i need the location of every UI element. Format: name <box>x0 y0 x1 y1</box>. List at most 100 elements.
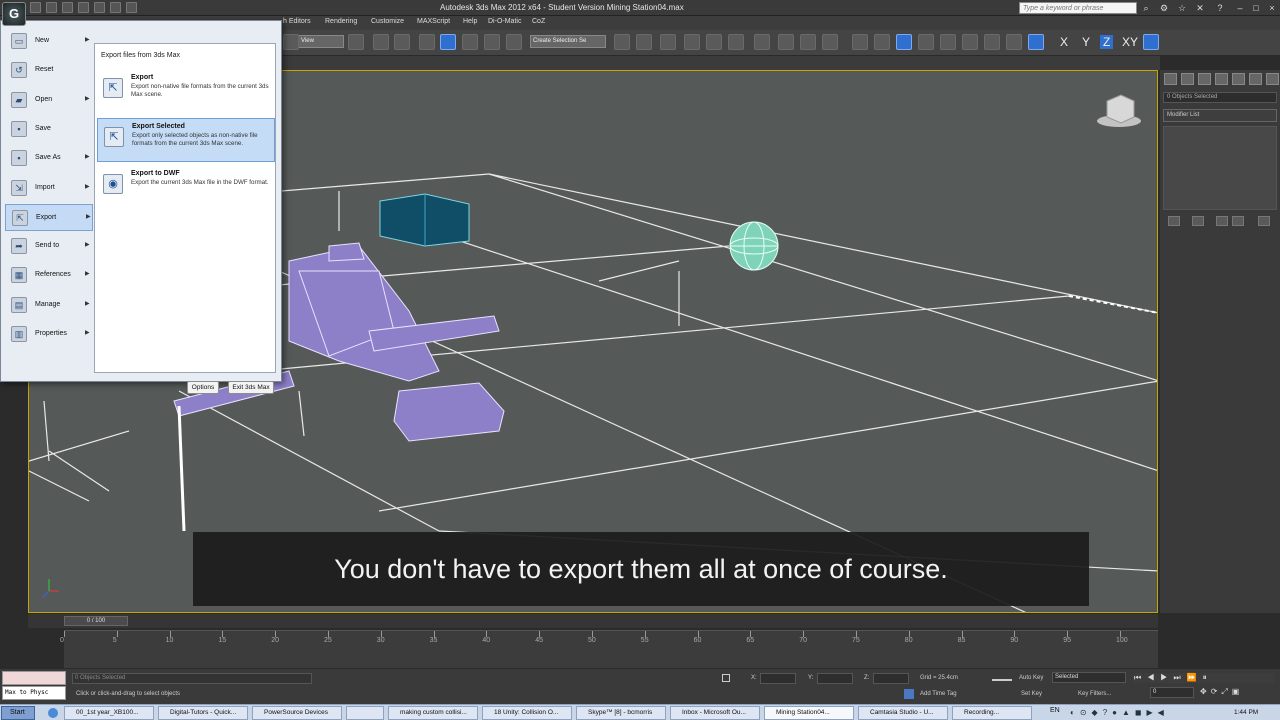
constraint-icon[interactable] <box>852 34 868 50</box>
set-key-button[interactable]: Set Key <box>1021 691 1042 697</box>
minimize-icon[interactable]: – <box>1234 2 1246 14</box>
maxscript-listener-field[interactable] <box>2 671 66 685</box>
start-button[interactable]: Start <box>1 706 35 720</box>
snap-pivot-icon[interactable] <box>1006 34 1022 50</box>
mirror-icon[interactable] <box>614 34 630 50</box>
angle-snap-icon[interactable] <box>440 34 456 50</box>
ie-icon[interactable] <box>48 708 58 718</box>
subscription-icon[interactable]: ⚙ <box>1158 2 1170 14</box>
named-selection-dropdown[interactable]: Create Selection Se <box>530 35 606 48</box>
viewcube-icon[interactable] <box>1097 94 1141 127</box>
display-tab-icon[interactable] <box>1232 73 1245 85</box>
task-item[interactable]: Camtasia Studio - U... <box>858 706 948 720</box>
menu-help[interactable]: Help <box>463 18 477 25</box>
menu-maxscript[interactable]: MAXScript <box>417 18 450 25</box>
qat-dropdown-icon[interactable] <box>126 2 137 13</box>
pin-stack-icon[interactable] <box>1168 216 1180 226</box>
render-frame-icon[interactable] <box>800 34 816 50</box>
snap-midpoint-icon[interactable] <box>940 34 956 50</box>
app-menu-import[interactable]: ⇲ Import ▶ <box>5 175 93 202</box>
playback-controls-icon[interactable]: ⏮◀▶⏭⏩⏸ <box>1134 673 1274 683</box>
app-menu-manage[interactable]: ▤ Manage ▶ <box>5 292 93 319</box>
track-bar[interactable]: 0 5 10 15 20 25 30 35 40 45 50 55 60 65 70 75 80 85 90 95 10… <box>60 630 1158 668</box>
menu-graph-editors[interactable]: h Editors <box>283 18 311 25</box>
schematic-view-icon[interactable] <box>728 34 744 50</box>
search-input[interactable]: Type a keyword or phrase <box>1019 2 1137 14</box>
configure-modifier-sets-icon[interactable] <box>1258 216 1270 226</box>
modifier-list-dropdown[interactable]: Modifier List <box>1163 109 1277 122</box>
task-item[interactable]: 18 Unity: Collision O... <box>482 706 572 720</box>
task-item[interactable]: Recording... <box>952 706 1032 720</box>
submenu-export[interactable]: ⇱ Export Export non-native file formats fr… <box>97 70 275 114</box>
remove-modifier-icon[interactable] <box>1232 216 1244 226</box>
add-time-tag[interactable]: Add Time Tag <box>920 691 957 697</box>
close-icon[interactable]: × <box>1266 2 1278 14</box>
modifier-stack[interactable] <box>1163 126 1277 210</box>
submenu-export-selected[interactable]: ⇱ Export Selected Export only selected obj… <box>97 118 275 162</box>
menu-rendering[interactable]: Rendering <box>325 18 357 25</box>
material-editor-icon[interactable] <box>754 34 770 50</box>
app-menu-open[interactable]: ▰ Open ▶ <box>5 87 93 114</box>
axis-constraint-xy-icon[interactable] <box>1143 34 1159 50</box>
communication-icon[interactable]: ☆ <box>1176 2 1188 14</box>
axis-y-button[interactable]: Y <box>1082 35 1090 49</box>
search-icon[interactable]: ⌕ <box>1140 2 1152 14</box>
object-name-field[interactable]: 0 Objects Selected <box>1163 92 1277 103</box>
app-menu-reset[interactable]: ↺ Reset <box>5 57 93 84</box>
task-item[interactable]: Inbox - Microsoft Ou... <box>670 706 760 720</box>
menu-di-o-matic[interactable]: Di-O-Matic <box>488 18 521 25</box>
snap-toggle-icon[interactable] <box>896 34 912 50</box>
axis-xy-icon[interactable] <box>1028 34 1044 50</box>
move-icon[interactable] <box>373 34 389 50</box>
project-folder-icon[interactable] <box>110 2 121 13</box>
motion-tab-icon[interactable] <box>1215 73 1228 85</box>
auto-key-button[interactable]: Auto Key <box>1019 675 1043 681</box>
pivot-center-icon[interactable] <box>394 34 410 50</box>
app-menu-properties[interactable]: ▥ Properties ▶ <box>5 321 93 348</box>
task-item-active[interactable]: Mining Station04... <box>764 706 854 720</box>
menu-coz[interactable]: CoZ <box>532 18 545 25</box>
current-frame-field[interactable]: 0 <box>1150 687 1194 698</box>
task-item[interactable]: making custom collisi... <box>388 706 478 720</box>
app-menu-references[interactable]: ▦ References ▶ <box>5 262 93 289</box>
hierarchy-tab-icon[interactable] <box>1198 73 1211 85</box>
time-slider[interactable]: 0 / 100 <box>64 616 128 626</box>
axis-z-button[interactable]: Z <box>1100 35 1114 49</box>
app-menu-new[interactable]: ▭ New ▶ <box>5 28 93 55</box>
align-icon[interactable] <box>636 34 652 50</box>
options-button[interactable]: Options <box>187 381 219 394</box>
create-tab-icon[interactable] <box>1164 73 1177 85</box>
render-icon[interactable] <box>822 34 838 50</box>
percent-snap-icon[interactable] <box>462 34 478 50</box>
set-key-icon[interactable] <box>992 679 1012 687</box>
curve-editor-icon[interactable] <box>706 34 722 50</box>
open-icon[interactable] <box>46 2 57 13</box>
show-end-result-icon[interactable] <box>1192 216 1204 226</box>
select-region-icon[interactable] <box>283 34 299 50</box>
app-menu-save[interactable]: ▪ Save <box>5 116 93 143</box>
favorites-icon[interactable]: ✕ <box>1194 2 1206 14</box>
redo-icon[interactable] <box>94 2 105 13</box>
snap-3d-icon[interactable] <box>419 34 435 50</box>
menu-customize[interactable]: Customize <box>371 18 404 25</box>
time-tag-icon[interactable] <box>904 689 914 699</box>
key-filters-button[interactable]: Key Filters... <box>1078 691 1111 697</box>
selection-lock-icon[interactable] <box>722 674 730 682</box>
axis-constraint-icon[interactable] <box>874 34 890 50</box>
task-item[interactable]: Skype™ [8] - bcmorris <box>576 706 666 720</box>
axis-xy-button[interactable]: XY <box>1122 35 1138 49</box>
exit-3ds-max-button[interactable]: Exit 3ds Max <box>228 381 274 394</box>
undo-icon[interactable] <box>78 2 89 13</box>
select-move-icon[interactable] <box>348 34 364 50</box>
viewport-navigation-icon[interactable]: ✥⟳⤢▣ <box>1200 687 1276 699</box>
app-menu-export[interactable]: ⇱ Export ▶ <box>5 203 93 231</box>
app-menu-send-to[interactable]: ➦ Send to ▶ <box>5 233 93 260</box>
task-item[interactable] <box>346 706 384 720</box>
x-coordinate-field[interactable] <box>760 673 796 684</box>
save-icon[interactable] <box>62 2 73 13</box>
spinner-snap-icon[interactable] <box>484 34 500 50</box>
submenu-export-to-dwf[interactable]: ◉ Export to DWF Export the current 3ds Max… <box>97 166 275 210</box>
edit-named-selection-icon[interactable] <box>506 34 522 50</box>
language-indicator[interactable]: EN <box>1050 707 1060 714</box>
layer-manager-icon[interactable] <box>660 34 676 50</box>
